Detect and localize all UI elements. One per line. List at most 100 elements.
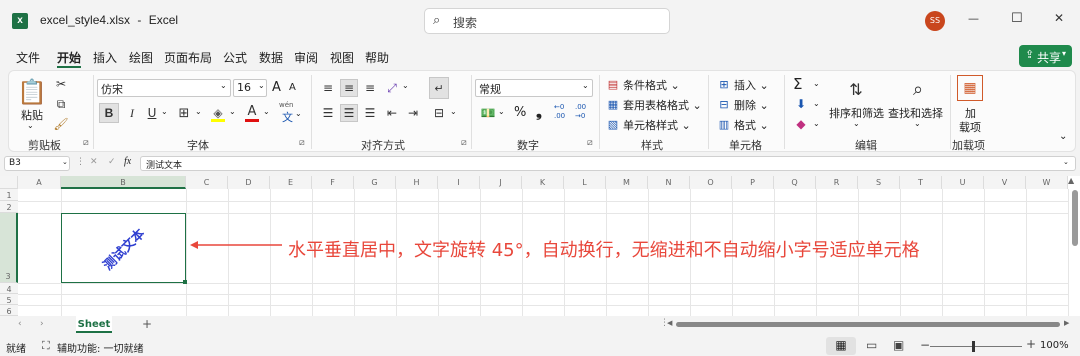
formula-expand-icon[interactable]: ⌄ [1063, 158, 1069, 166]
addins-button-line2[interactable]: 载项 [959, 119, 981, 135]
align-bottom-icon[interactable]: ≡ [361, 79, 379, 97]
select-all-corner[interactable] [0, 176, 18, 189]
font-launcher-icon[interactable]: ⧄ [299, 138, 305, 148]
column-header-b[interactable]: B [61, 176, 186, 189]
horizontal-scrollbar-thumb[interactable] [676, 322, 1060, 327]
zoom-level[interactable]: 100% [1040, 340, 1069, 351]
font-size-select[interactable]: 16 ⌄ [233, 79, 267, 97]
number-format-select[interactable]: 常规 ⌄ [475, 79, 593, 97]
font-name-select[interactable]: 仿宋 ⌄ [97, 79, 231, 97]
zoom-slider-thumb[interactable] [972, 341, 975, 352]
phonetic-button[interactable]: 文 [282, 109, 293, 125]
search-box[interactable]: ⌕ 搜索 [424, 8, 670, 34]
menu-data[interactable]: 数据 [259, 49, 283, 66]
column-header-m[interactable]: M [606, 176, 648, 189]
clipboard-launcher-icon[interactable]: ⧄ [83, 138, 89, 148]
column-header-g[interactable]: G [354, 176, 396, 189]
delete-cells-button[interactable]: 删除 ⌄ [734, 97, 769, 113]
scroll-left-arrow-icon[interactable]: ◀ [667, 319, 672, 327]
column-header-f[interactable]: F [312, 176, 354, 189]
decrease-indent-icon[interactable]: ⇤ [383, 104, 401, 122]
normal-view-button[interactable]: ▦ [826, 337, 856, 355]
format-cells-button[interactable]: 格式 ⌄ [734, 117, 769, 133]
menu-formulas[interactable]: 公式 [223, 49, 247, 66]
font-color-chevron-icon[interactable]: ⌄ [263, 107, 270, 116]
menu-draw[interactable]: 绘图 [129, 49, 153, 66]
sheet-tab[interactable]: Sheet [76, 316, 112, 333]
scroll-right-arrow-icon[interactable]: ▶ [1064, 319, 1069, 327]
underline-button[interactable]: U [143, 103, 161, 123]
close-button[interactable]: ✕ [1054, 11, 1064, 25]
column-header-u[interactable]: U [942, 176, 984, 189]
underline-chevron-icon[interactable]: ⌄ [161, 107, 168, 116]
align-top-icon[interactable]: ≡ [319, 79, 337, 97]
name-box[interactable]: B3 ⌄ [4, 156, 70, 171]
fill-handle[interactable] [183, 280, 187, 284]
minimize-button[interactable]: — [968, 12, 979, 25]
orientation-chevron-icon[interactable]: ⌄ [402, 81, 409, 90]
zoom-out-button[interactable]: − [920, 338, 930, 352]
bold-button[interactable]: B [99, 103, 119, 123]
column-header-t[interactable]: T [900, 176, 942, 189]
accessibility-icon[interactable]: ⛶ [42, 339, 50, 353]
cancel-entry-button[interactable]: ✕ [90, 157, 98, 167]
merge-chevron-icon[interactable]: ⌄ [450, 107, 457, 116]
conditional-format-button[interactable]: 条件格式 ⌄ [623, 77, 680, 93]
cell-styles-button[interactable]: 单元格样式 ⌄ [623, 117, 691, 133]
row-header-4[interactable]: 4 [0, 283, 18, 294]
orientation-icon[interactable]: ⤢ [383, 79, 401, 97]
worksheet-grid[interactable]: A B C D E F G H I J K L M N O P Q R S T … [0, 176, 1080, 316]
grow-font-button[interactable]: A [272, 80, 281, 95]
accounting-chevron-icon[interactable]: ⌄ [498, 107, 505, 116]
next-sheet-icon[interactable]: › [40, 319, 44, 329]
insert-cells-button[interactable]: 插入 ⌄ [734, 77, 769, 93]
active-cell-b3[interactable]: 测试文本 [61, 213, 186, 283]
sort-filter-chevron-icon[interactable]: ⌄ [853, 119, 860, 128]
percent-button[interactable]: % [514, 105, 526, 120]
menu-page-layout[interactable]: 页面布局 [164, 49, 212, 66]
maximize-button[interactable]: ☐ [1011, 11, 1023, 26]
page-layout-view-icon[interactable]: ▭ [866, 338, 877, 352]
clear-icon[interactable]: ◆ [793, 117, 809, 131]
accounting-format-icon[interactable]: 💵 [479, 104, 497, 122]
find-select-chevron-icon[interactable]: ⌄ [914, 119, 921, 128]
decrease-decimal-button[interactable]: .00 →0 [575, 103, 593, 121]
add-sheet-button[interactable]: + [142, 317, 152, 331]
column-header-i[interactable]: I [438, 176, 480, 189]
column-header-o[interactable]: O [690, 176, 732, 189]
column-header-q[interactable]: Q [774, 176, 816, 189]
format-as-table-button[interactable]: 套用表格格式 ⌄ [623, 97, 702, 113]
row-header-3[interactable]: 3 [0, 213, 18, 283]
column-header-p[interactable]: P [732, 176, 774, 189]
column-header-v[interactable]: V [984, 176, 1026, 189]
column-header-d[interactable]: D [228, 176, 270, 189]
column-header-s[interactable]: S [858, 176, 900, 189]
paste-chevron-icon[interactable]: ⌄ [27, 121, 34, 130]
row-header-1[interactable]: 1 [0, 189, 18, 201]
page-break-view-icon[interactable]: ▣ [893, 338, 904, 352]
cut-icon[interactable]: ✂ [53, 77, 69, 91]
status-accessibility[interactable]: 辅助功能: 一切就绪 [57, 340, 144, 355]
fill-color-chevron-icon[interactable]: ⌄ [229, 107, 236, 116]
column-header-w[interactable]: W [1026, 176, 1068, 189]
menu-review[interactable]: 审阅 [294, 49, 318, 66]
borders-icon[interactable]: ⊞ [175, 103, 193, 123]
avatar[interactable]: SS [925, 11, 945, 31]
format-painter-icon[interactable]: 🖌 [53, 117, 69, 131]
formula-options-icon[interactable]: ⋮ [76, 157, 85, 167]
row-header-6[interactable]: 6 [0, 305, 18, 316]
number-launcher-icon[interactable]: ⧄ [587, 138, 593, 148]
italic-button[interactable]: I [123, 103, 141, 123]
fill-icon[interactable]: ⬇ [793, 97, 809, 111]
comma-style-button[interactable]: ❟ [536, 103, 542, 121]
column-header-h[interactable]: H [396, 176, 438, 189]
copy-icon[interactable]: ⧉ [53, 97, 69, 111]
row-header-5[interactable]: 5 [0, 294, 18, 305]
zoom-slider-track[interactable] [930, 346, 1022, 347]
wrap-text-icon[interactable]: ↵ [429, 77, 449, 99]
prev-sheet-icon[interactable]: ‹ [18, 319, 22, 329]
clear-chevron-icon[interactable]: ⌄ [813, 119, 820, 128]
align-middle-icon[interactable]: ≡ [340, 79, 358, 97]
column-header-a[interactable]: A [18, 176, 61, 189]
menu-home[interactable]: 开始 [57, 49, 81, 66]
